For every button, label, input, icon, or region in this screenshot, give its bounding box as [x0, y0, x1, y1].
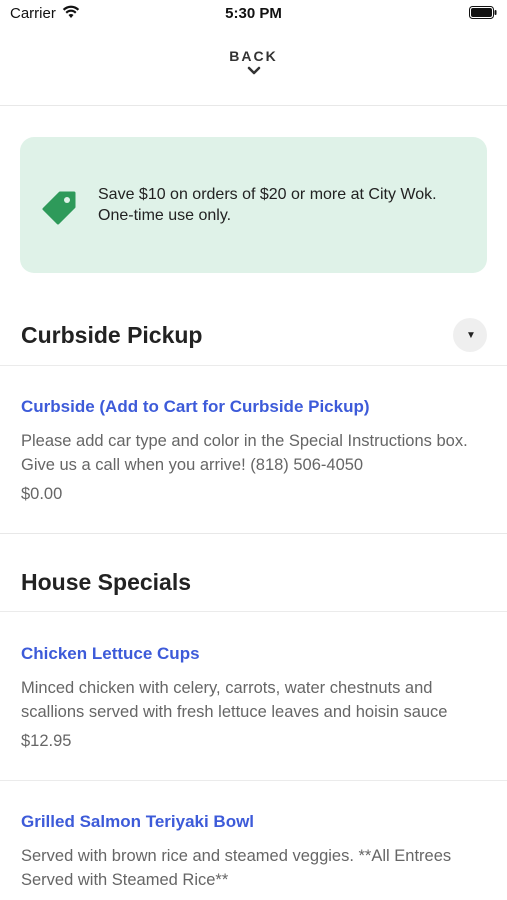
item-divider [0, 780, 507, 781]
section-toggle-button[interactable]: ▼ [453, 318, 487, 352]
menu-item-grilled-salmon-bowl[interactable]: Grilled Salmon Teriyaki Bowl Served with… [0, 812, 507, 900]
menu-item-price: $0.00 [21, 485, 63, 503]
menu-item-curbside[interactable]: Curbside (Add to Cart for Curbside Picku… [0, 397, 507, 517]
section-divider [0, 611, 507, 612]
section-title-house-specials: House Specials [21, 569, 192, 595]
clock: 5:30 PM [225, 5, 282, 22]
section-divider [0, 365, 507, 366]
menu-item-description: Minced chicken with celery, carrots, wat… [21, 679, 448, 721]
section-title-curbside: Curbside Pickup [21, 322, 203, 348]
chevron-down-icon [247, 66, 260, 75]
menu-item-description: Served with brown rice and steamed veggi… [21, 847, 452, 889]
price-tag-icon [40, 187, 80, 232]
back-label: BACK [229, 48, 278, 64]
promo-text: Save $10 on orders of $20 or more at Cit… [98, 186, 437, 224]
menu-item-chicken-lettuce-cups[interactable]: Chicken Lettuce Cups Minced chicken with… [0, 644, 507, 764]
promo-banner[interactable]: Save $10 on orders of $20 or more at Cit… [20, 137, 487, 273]
status-bar: Carrier 5:30 PM [0, 0, 507, 30]
menu-item-name: Grilled Salmon Teriyaki Bowl [21, 812, 255, 831]
menu-item-price: $12.95 [21, 732, 72, 750]
caret-down-icon: ▼ [466, 330, 476, 341]
back-button[interactable]: BACK [0, 48, 507, 76]
menu-item-name: Chicken Lettuce Cups [21, 644, 200, 663]
menu-item-name: Curbside (Add to Cart for Curbside Picku… [21, 397, 370, 416]
menu-item-description: Please add car type and color in the Spe… [21, 432, 468, 474]
battery-icon [469, 6, 497, 24]
section-divider [0, 533, 507, 534]
header-divider [0, 105, 507, 106]
